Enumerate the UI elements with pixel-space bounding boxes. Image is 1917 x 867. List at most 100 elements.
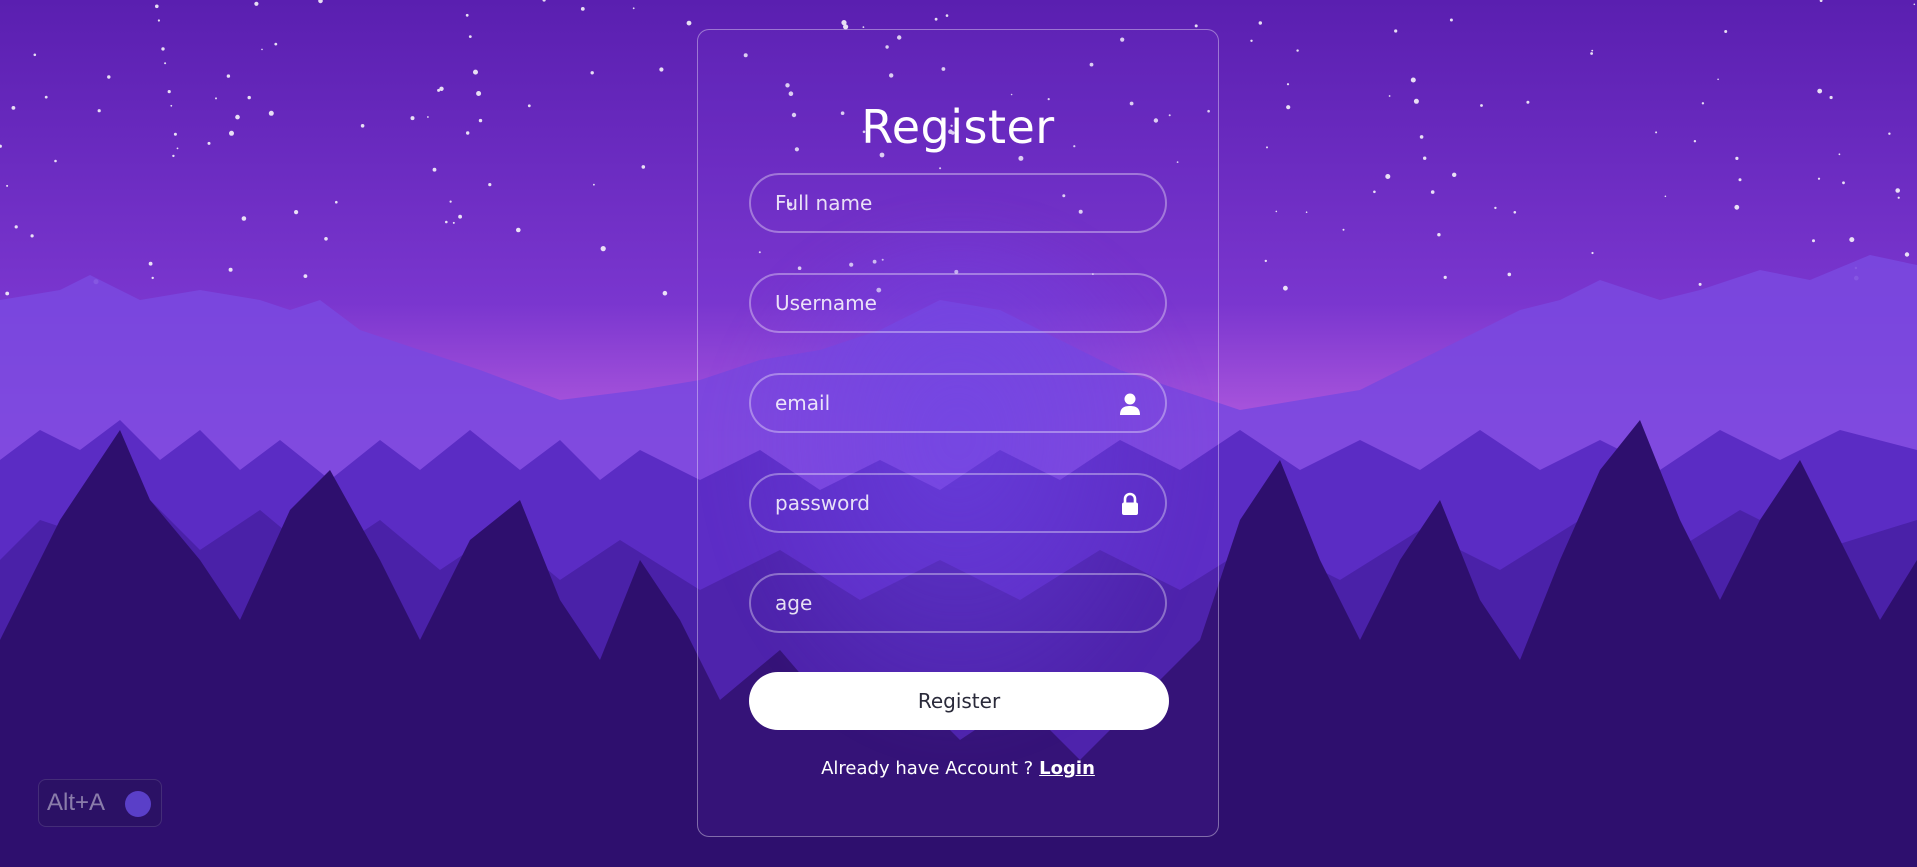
- star: [173, 132, 177, 136]
- star: [590, 71, 594, 75]
- star: [157, 19, 160, 22]
- star: [449, 200, 452, 203]
- star: [1342, 228, 1345, 231]
- star: [170, 104, 173, 107]
- username-input[interactable]: [775, 275, 1105, 331]
- star: [1895, 188, 1900, 193]
- star: [1734, 204, 1740, 210]
- star: [1494, 206, 1497, 210]
- star: [247, 95, 251, 100]
- star: [5, 291, 10, 296]
- star: [97, 109, 101, 113]
- star: [1513, 211, 1517, 214]
- star: [410, 116, 415, 121]
- star: [161, 47, 165, 51]
- star: [945, 14, 949, 17]
- star: [207, 141, 211, 145]
- audio-wave-icon: [125, 791, 151, 817]
- star: [261, 48, 263, 51]
- star: [1724, 30, 1728, 33]
- star: [516, 227, 521, 233]
- star: [335, 200, 338, 204]
- star: [1888, 132, 1891, 135]
- star: [1443, 275, 1447, 279]
- star: [167, 90, 171, 94]
- star: [294, 210, 299, 215]
- star: [254, 1, 259, 6]
- star: [274, 42, 278, 46]
- star: [662, 290, 668, 296]
- star: [1897, 196, 1900, 199]
- star: [235, 114, 240, 120]
- star: [1419, 135, 1424, 139]
- star: [44, 95, 48, 99]
- login-link[interactable]: Login: [1039, 758, 1095, 779]
- star: [1913, 3, 1916, 6]
- star: [1194, 24, 1198, 28]
- star: [1452, 172, 1457, 177]
- star: [1735, 156, 1739, 160]
- email-input[interactable]: [775, 375, 1105, 431]
- star: [229, 130, 234, 136]
- register-card: Register Register Already have Account ?…: [697, 29, 1219, 837]
- register-button[interactable]: Register: [749, 672, 1169, 730]
- star: [176, 147, 179, 150]
- star: [6, 184, 9, 187]
- star: [155, 4, 159, 9]
- star: [151, 276, 154, 280]
- login-prompt-text: Already have Account ?: [821, 758, 1034, 779]
- star: [1738, 178, 1742, 182]
- star: [226, 74, 231, 78]
- email-field[interactable]: [749, 373, 1167, 433]
- star: [488, 183, 492, 187]
- full-name-input[interactable]: [775, 175, 1105, 231]
- star: [686, 20, 692, 26]
- age-field[interactable]: [749, 573, 1167, 633]
- star: [1849, 237, 1855, 243]
- password-field[interactable]: [749, 473, 1167, 533]
- star: [1373, 190, 1376, 194]
- star: [228, 267, 233, 272]
- star: [452, 221, 455, 224]
- user-icon: [1120, 393, 1140, 415]
- star: [1388, 95, 1391, 97]
- star: [1250, 39, 1253, 42]
- star: [1437, 233, 1441, 237]
- star: [14, 225, 18, 229]
- star: [659, 67, 664, 72]
- star: [527, 104, 531, 108]
- star: [148, 261, 153, 266]
- full-name-field[interactable]: [749, 173, 1167, 233]
- star: [841, 20, 847, 26]
- star: [172, 154, 175, 158]
- star: [1296, 49, 1299, 52]
- star: [1286, 83, 1290, 86]
- star: [593, 183, 595, 186]
- star: [473, 69, 478, 75]
- star: [632, 7, 635, 10]
- star: [1305, 211, 1308, 213]
- star: [1664, 195, 1667, 198]
- star: [437, 88, 441, 92]
- star: [1812, 239, 1815, 243]
- star: [1286, 105, 1291, 110]
- password-input[interactable]: [775, 475, 1105, 531]
- star: [241, 216, 247, 221]
- age-input[interactable]: [775, 575, 1105, 631]
- star: [468, 35, 472, 38]
- star: [427, 116, 429, 118]
- username-field[interactable]: [749, 273, 1167, 333]
- star: [432, 167, 437, 172]
- star: [476, 91, 482, 96]
- star: [1829, 95, 1833, 100]
- star: [1591, 251, 1594, 255]
- star: [107, 75, 111, 79]
- star: [1413, 98, 1419, 104]
- star: [445, 220, 448, 224]
- star: [1266, 146, 1268, 149]
- shortcut-badge[interactable]: Alt+A: [38, 779, 162, 827]
- star: [458, 214, 462, 219]
- star: [215, 97, 217, 100]
- star: [862, 26, 865, 28]
- star: [1842, 181, 1845, 185]
